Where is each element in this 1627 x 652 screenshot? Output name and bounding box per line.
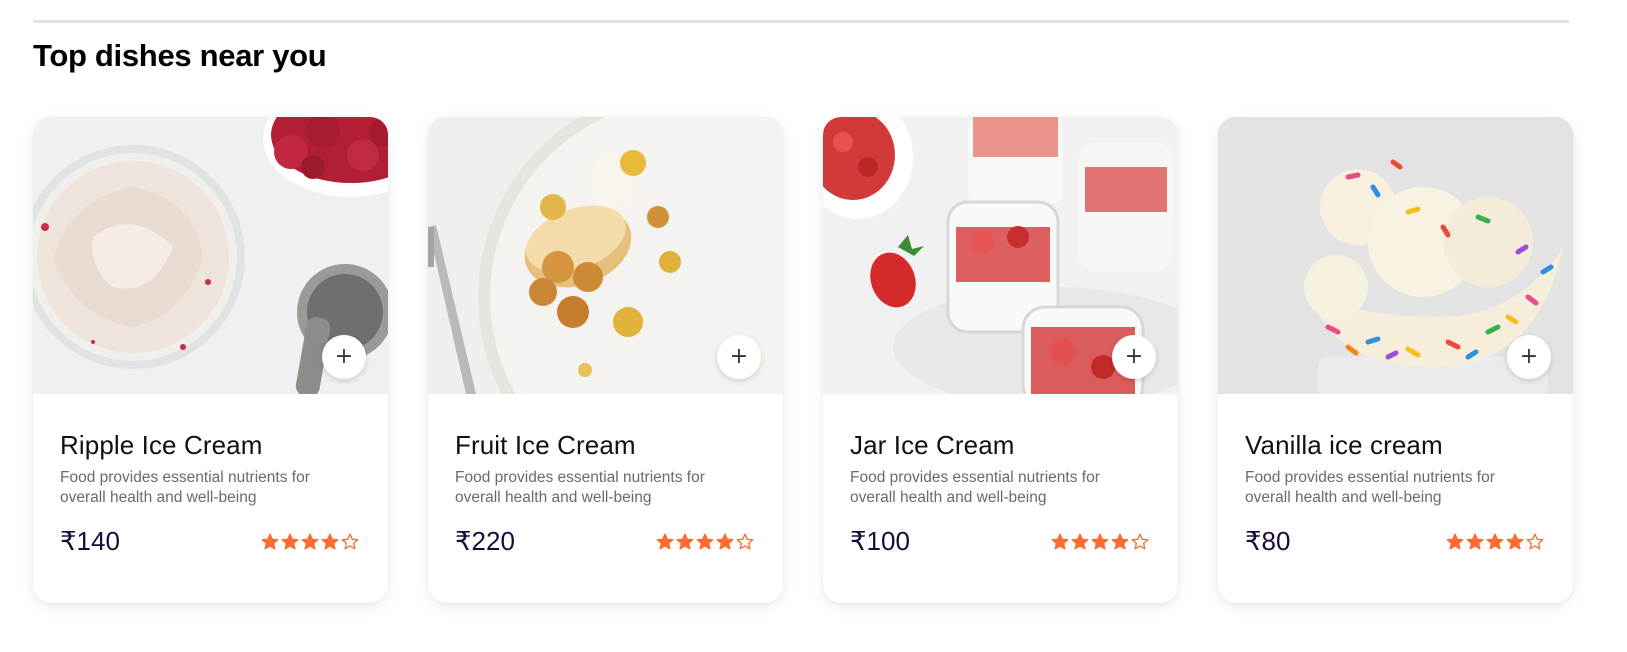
dish-card-list: + Ripple Ice Cream Food provides essenti… [33, 117, 1573, 603]
section-title: Top dishes near you [33, 38, 327, 73]
dish-image: + [428, 117, 783, 394]
dish-name: Vanilla ice cream [1245, 430, 1443, 460]
star-filled-icon [716, 533, 734, 549]
star-filled-icon [1466, 533, 1484, 549]
star-filled-icon [1091, 533, 1109, 549]
dish-price: ₹220 [455, 526, 515, 556]
dish-description: Food provides essential nutrients for ov… [850, 469, 1100, 506]
rating-stars [1051, 533, 1149, 551]
dish-name: Fruit Ice Cream [455, 430, 636, 460]
star-empty-icon [341, 533, 359, 549]
rating-stars [656, 533, 754, 551]
star-empty-icon [736, 533, 754, 549]
dish-description: Food provides essential nutrients for ov… [60, 469, 310, 506]
add-to-cart-button[interactable]: + [322, 335, 366, 379]
star-filled-icon [656, 533, 674, 549]
dish-name: Ripple Ice Cream [60, 430, 263, 460]
dish-description: Food provides essential nutrients for ov… [455, 469, 705, 506]
dish-image: + [1218, 117, 1573, 394]
star-filled-icon [676, 533, 694, 549]
dish-card[interactable]: + Fruit Ice Cream Food provides essentia… [428, 117, 783, 603]
dish-price: ₹80 [1245, 526, 1291, 556]
star-filled-icon [696, 533, 714, 549]
star-empty-icon [1526, 533, 1544, 549]
star-filled-icon [281, 533, 299, 549]
dish-card[interactable]: + Ripple Ice Cream Food provides essenti… [33, 117, 388, 603]
rating-stars [261, 533, 359, 551]
star-filled-icon [261, 533, 279, 549]
star-filled-icon [301, 533, 319, 549]
rating-stars [1446, 533, 1544, 551]
dish-image: + [823, 117, 1178, 394]
star-filled-icon [1111, 533, 1129, 549]
star-filled-icon [1446, 533, 1464, 549]
star-filled-icon [1506, 533, 1524, 549]
dish-description: Food provides essential nutrients for ov… [1245, 469, 1495, 506]
add-to-cart-button[interactable]: + [1112, 335, 1156, 379]
dish-image: + [33, 117, 388, 394]
section-divider [33, 20, 1569, 23]
star-filled-icon [1071, 533, 1089, 549]
dish-name: Jar Ice Cream [850, 430, 1015, 460]
dish-price: ₹140 [60, 526, 120, 556]
star-filled-icon [321, 533, 339, 549]
star-empty-icon [1131, 533, 1149, 549]
dish-card[interactable]: + Jar Ice Cream Food provides essential … [823, 117, 1178, 603]
add-to-cart-button[interactable]: + [717, 335, 761, 379]
dish-card[interactable]: + Vanilla ice cream Food provides essent… [1218, 117, 1573, 603]
add-to-cart-button[interactable]: + [1507, 335, 1551, 379]
dish-price: ₹100 [850, 526, 910, 556]
star-filled-icon [1486, 533, 1504, 549]
star-filled-icon [1051, 533, 1069, 549]
